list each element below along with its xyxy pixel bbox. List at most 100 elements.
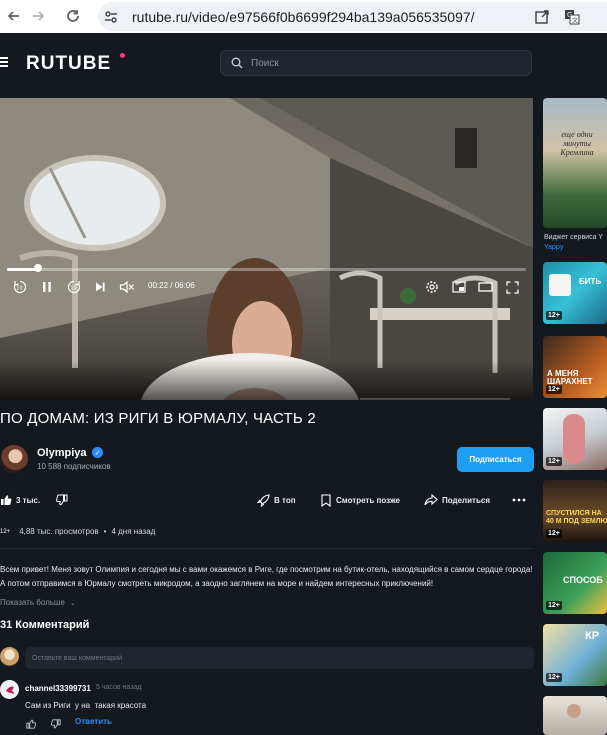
comment-text: Сам из Риги у на такая красота xyxy=(25,701,147,710)
thumbnail-figure xyxy=(567,704,581,718)
svg-text:文: 文 xyxy=(572,17,578,25)
thumbnail-caption: БИТЬ xyxy=(579,277,602,286)
dislike-button[interactable] xyxy=(56,493,72,507)
rocket-icon xyxy=(257,493,270,507)
verified-icon: ✓ xyxy=(92,447,103,458)
search-icon xyxy=(231,57,243,69)
thumbnail-caption: СПУСТИЛСЯ НА 40 М ПОД ЗЕМЛЮ xyxy=(546,510,607,525)
player-controls-overlay xyxy=(0,360,533,400)
forward-arrow-icon[interactable] xyxy=(27,5,49,27)
age-badge: 12+ xyxy=(546,601,562,610)
search-input[interactable] xyxy=(251,57,511,69)
top-label: В топ xyxy=(274,495,296,505)
miniplayer-icon[interactable] xyxy=(451,279,467,295)
search-box[interactable] xyxy=(220,50,532,76)
thumbs-down-icon xyxy=(56,494,68,506)
skip-back-label: 10 xyxy=(16,285,22,291)
sidebar-video-title[interactable]: Виджет сервиса Y xyxy=(544,234,603,241)
sidebar-thumbnail[interactable]: КР 12+ xyxy=(543,624,607,686)
site-header: RUTUBE xyxy=(0,33,607,93)
bird-icon xyxy=(5,686,14,694)
comment-input[interactable] xyxy=(25,647,534,669)
age-badge: 12+ xyxy=(546,385,562,394)
open-in-app-icon[interactable] xyxy=(532,7,552,27)
video-description: Всем привет! Меня зовут Олимпия и сегодн… xyxy=(0,565,533,588)
progress-bar[interactable] xyxy=(7,268,526,271)
sidebar-thumbnail[interactable]: СПУСТИЛСЯ НА 40 М ПОД ЗЕМЛЮ 12+ xyxy=(543,480,607,542)
like-count: 3 тыс. xyxy=(16,495,41,505)
thumbs-up-icon xyxy=(1,495,12,505)
comment-author[interactable]: channel33399731 xyxy=(25,684,91,693)
sidebar-thumbnail[interactable]: СПОСОБ 12+ xyxy=(543,552,607,614)
next-icon[interactable] xyxy=(93,279,107,295)
age-badge: 12+ xyxy=(546,311,562,320)
sidebar-video-channel[interactable]: Yappy xyxy=(544,244,563,251)
watch-later-button[interactable]: Смотреть позже xyxy=(320,493,400,507)
age-badge: 12+ xyxy=(546,529,562,538)
subscribe-button[interactable]: Подписаться xyxy=(457,447,534,472)
top-button[interactable]: В топ xyxy=(257,493,296,507)
show-more-link[interactable]: Показать больше ⌄ xyxy=(0,598,76,607)
skip-fwd-label: 10 xyxy=(70,285,76,291)
thumbnail-logo-icon xyxy=(549,274,571,296)
comment-dislike-icon[interactable] xyxy=(51,716,61,734)
comment-like-icon[interactable] xyxy=(26,716,36,734)
view-count: 4,88 тыс. просмотров xyxy=(19,527,99,536)
user-avatar xyxy=(0,647,19,666)
watch-later-label: Смотреть позже xyxy=(336,495,400,505)
channel-avatar[interactable] xyxy=(0,445,28,473)
thumbnail-figure xyxy=(563,414,585,464)
post-date: 4 дня назад xyxy=(111,527,156,536)
subscriber-count: 10 588 подписчиков xyxy=(37,462,111,471)
comment-avatar[interactable] xyxy=(0,680,19,699)
divider xyxy=(0,548,533,549)
site-settings-icon[interactable] xyxy=(98,10,124,24)
thumbnail-caption: КР xyxy=(585,630,600,642)
translate-icon[interactable]: G文 xyxy=(562,7,582,27)
sidebar-thumbnail[interactable]: БИТЬ 12+ xyxy=(543,262,607,324)
fullscreen-icon[interactable] xyxy=(504,279,520,295)
pause-icon[interactable] xyxy=(40,279,54,295)
age-badge: 12+ xyxy=(546,673,562,682)
address-bar[interactable]: rutube.ru/video/e97566f0b6699f294ba139a0… xyxy=(98,2,607,31)
stats-separator: • xyxy=(103,527,107,536)
url-text: rutube.ru/video/e97566f0b6699f294ba139a0… xyxy=(132,8,475,25)
show-more-label: Показать больше xyxy=(0,598,65,607)
browser-toolbar: rutube.ru/video/e97566f0b6699f294ba139a0… xyxy=(0,0,607,33)
video-title: ПО ДОМАМ: ИЗ РИГИ В ЮРМАЛУ, ЧАСТЬ 2 xyxy=(0,410,316,427)
sidebar-thumbnail[interactable]: 12+ xyxy=(543,408,607,470)
logo-dot xyxy=(120,53,125,58)
share-label: Поделиться xyxy=(442,495,491,505)
skip-forward-icon[interactable]: 10 xyxy=(66,279,82,295)
skip-back-icon[interactable]: 10 xyxy=(12,279,28,295)
more-options-icon[interactable] xyxy=(512,493,530,507)
comment-time: 5 часов назад xyxy=(96,684,142,691)
share-button[interactable]: Поделиться xyxy=(424,493,490,507)
mute-icon[interactable] xyxy=(118,279,136,295)
time-display: 00:22 / 06:06 xyxy=(148,281,195,290)
back-arrow-icon[interactable] xyxy=(3,5,25,27)
share-icon xyxy=(424,494,438,506)
menu-icon[interactable] xyxy=(0,57,8,68)
thumbnail-caption: еще одни минуты Кремлина xyxy=(560,130,594,157)
sidebar-thumbnail[interactable]: еще одни минуты Кремлина xyxy=(543,98,607,228)
age-badge: 12+ xyxy=(546,457,562,466)
reload-icon[interactable] xyxy=(62,5,84,27)
thumbnail-caption: А МЕНЯ ШАРАХНЕТ xyxy=(547,369,593,386)
video-stats: 12+ 4,88 тыс. просмотров • 4 дня назад xyxy=(0,527,155,536)
settings-gear-icon[interactable] xyxy=(424,279,440,295)
sidebar-thumbnail[interactable] xyxy=(543,696,607,735)
bookmark-icon xyxy=(321,493,331,507)
rutube-logo[interactable]: RUTUBE xyxy=(26,53,111,75)
reply-button[interactable]: Ответить xyxy=(75,717,112,726)
like-button[interactable]: 3 тыс. xyxy=(0,493,40,507)
thumbnail-caption: СПОСОБ xyxy=(563,575,603,585)
video-scene xyxy=(0,98,533,400)
comments-header: 31 Комментарий xyxy=(0,619,90,631)
sidebar-thumbnail[interactable]: А МЕНЯ ШАРАХНЕТ 12+ xyxy=(543,336,607,398)
theater-mode-icon[interactable] xyxy=(477,279,493,295)
channel-name[interactable]: Olympiya xyxy=(37,447,87,459)
chevron-down-icon: ⌄ xyxy=(70,600,76,607)
video-player[interactable] xyxy=(0,98,533,400)
age-rating: 12+ xyxy=(0,528,11,535)
